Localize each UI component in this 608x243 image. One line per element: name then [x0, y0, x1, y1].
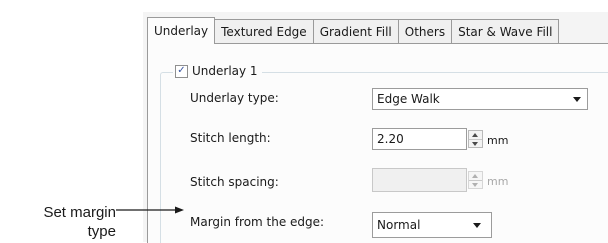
chevron-down-icon	[473, 223, 481, 228]
callout-line-1: Set margin	[43, 204, 116, 221]
chevron-down-icon	[573, 97, 581, 102]
margin-dropdown[interactable]: Normal	[372, 212, 492, 238]
spin-up-icon[interactable]	[469, 131, 482, 140]
margin-label: Margin from the edge:	[190, 215, 325, 229]
underlay-1-label: Underlay 1	[192, 64, 258, 78]
callout-arrow	[116, 206, 184, 214]
stitch-spacing-spinner[interactable]	[468, 171, 483, 189]
underlay-type-dropdown[interactable]: Edge Walk	[372, 88, 588, 110]
callout-line-2: type	[87, 223, 116, 240]
stitch-length-spinner[interactable]	[468, 130, 483, 148]
stitch-length-unit: mm	[487, 134, 509, 147]
margin-value: Normal	[377, 218, 421, 232]
stitch-spacing-unit: mm	[487, 175, 509, 188]
tab-others[interactable]: Others	[397, 19, 453, 44]
tab-underlay[interactable]: Underlay	[147, 17, 216, 44]
stitch-spacing-input[interactable]	[372, 168, 467, 192]
stitch-length-input[interactable]: 2.20	[372, 128, 467, 150]
tab-strip: Underlay Textured Edge Gradient Fill Oth…	[147, 17, 608, 44]
stitch-spacing-label: Stitch spacing:	[190, 175, 279, 189]
underlay-type-label: Underlay type:	[190, 91, 279, 105]
underlay-type-value: Edge Walk	[377, 92, 440, 106]
spin-down-icon[interactable]	[469, 140, 482, 148]
stitch-length-value: 2.20	[377, 132, 404, 146]
callout-arrow-head	[175, 206, 184, 214]
spin-up-icon[interactable]	[469, 172, 482, 181]
underlay-1-checkbox-group[interactable]: ✓ Underlay 1	[173, 64, 262, 78]
tab-textured-edge[interactable]: Textured Edge	[214, 19, 314, 44]
spin-down-icon[interactable]	[469, 181, 482, 189]
tab-gradient-fill[interactable]: Gradient Fill	[312, 19, 399, 44]
stitch-length-label: Stitch length:	[190, 131, 271, 145]
callout-text: Set margin type	[4, 203, 116, 241]
underlay-1-checkbox[interactable]: ✓	[175, 64, 188, 78]
tab-star-wave-fill[interactable]: Star & Wave Fill	[451, 19, 560, 44]
